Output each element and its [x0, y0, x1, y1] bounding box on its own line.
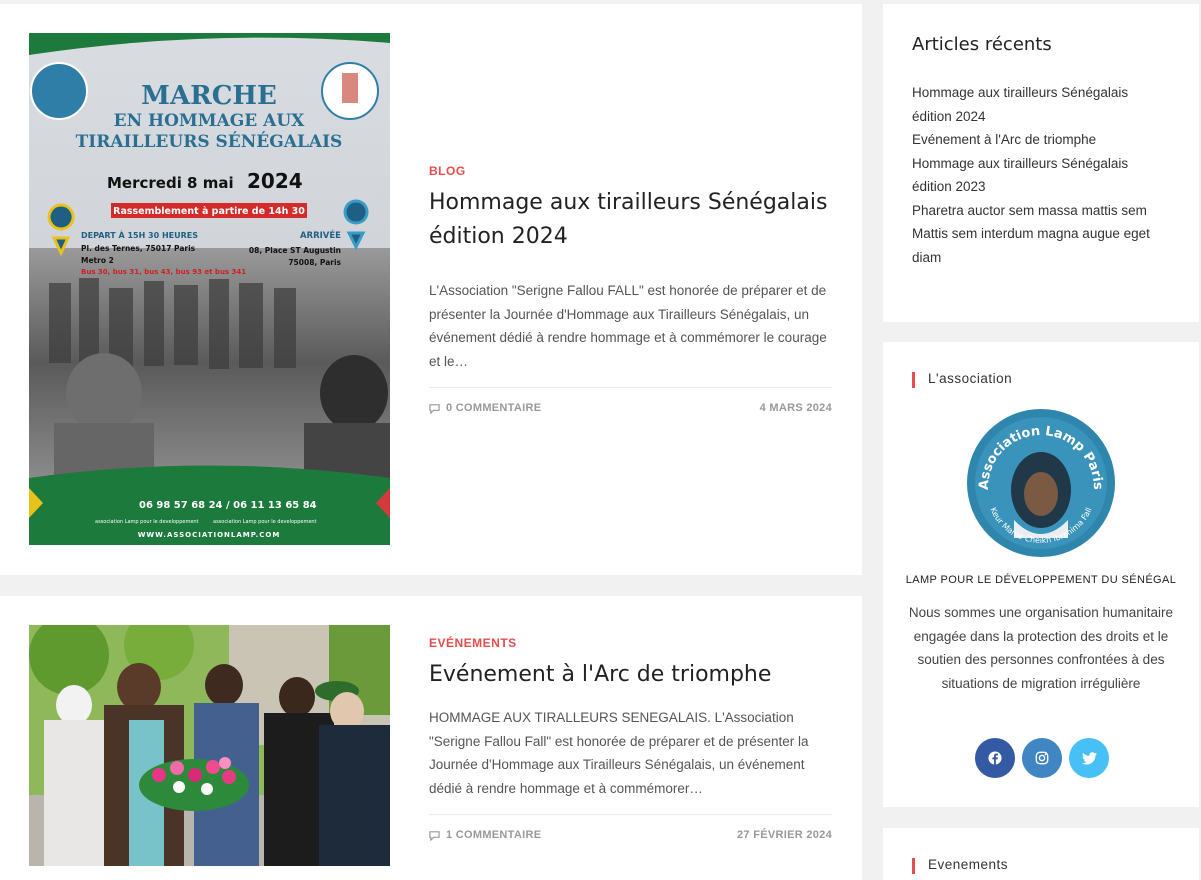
logo-image: Association Lamp Paris Keur Mame Cheikh … — [967, 409, 1115, 557]
poster-gathering: Rassemblement à partire de 14h 30 — [113, 206, 305, 217]
association-description: Nous sommes une organisation humanitaire… — [908, 605, 1174, 691]
poster-title-2: EN HOMMAGE AUX — [114, 111, 306, 131]
recent-post-link[interactable]: Evénement à l'Arc de triomphe — [912, 128, 1162, 152]
recent-posts-widget: Articles récents Hommage aux tirailleurs… — [883, 4, 1199, 322]
facebook-icon — [988, 751, 1002, 765]
post-meta: 0 COMMENTAIRE 4 MARS 2024 — [429, 387, 832, 414]
recent-post-link[interactable]: Pharetra auctor sem massa mattis sem — [912, 199, 1162, 223]
events-widget: Evenements — [883, 828, 1199, 880]
post-comments-count[interactable]: 0 COMMENTAIRE — [446, 402, 541, 414]
post-comments-link[interactable]: 1 COMMENTAIRE — [429, 829, 541, 841]
post-date: 4 MARS 2024 — [759, 402, 832, 414]
widget-title: Articles récents — [912, 34, 1052, 55]
post-title[interactable]: Evénement à l'Arc de triomphe — [429, 658, 832, 692]
post-title-line-2[interactable]: édition 2024 — [429, 224, 568, 249]
poster-phones: 06 98 57 68 24 / 06 11 13 65 84 — [139, 500, 317, 511]
post-excerpt: L'Association "Serigne Fallou FALL" est … — [429, 283, 827, 369]
post-date: 27 FÉVRIER 2024 — [737, 829, 832, 841]
post-card: EVÉNEMENTS Evénement à l'Arc de triomphe… — [0, 596, 862, 880]
poster-metro: Metro 2 — [81, 256, 114, 265]
poster-year: 2024 — [247, 169, 303, 193]
poster-date: Mercredi 8 mai — [107, 174, 234, 192]
twitter-icon — [1081, 751, 1097, 764]
post-category[interactable]: BLOG — [429, 164, 832, 178]
poster-depart-title: DEPART À 15H 30 HEURES — [81, 229, 198, 240]
post-title-line-1[interactable]: Hommage aux tirailleurs Sénégalais — [429, 190, 827, 215]
instagram-button[interactable] — [1022, 738, 1062, 778]
post-category[interactable]: EVÉNEMENTS — [429, 636, 832, 650]
post-body: BLOG Hommage aux tirailleurs Sénégalais … — [429, 164, 832, 414]
poster-arrival-addr1: 08, Place ST Augustin — [249, 246, 341, 255]
recent-post-link[interactable]: Mattis sem interdum magna augue eget dia… — [912, 222, 1162, 269]
poster-arrival-title: ARRIVÉE — [300, 229, 341, 241]
poster-buses: Bus 30, bus 31, bus 43, bus 93 et bus 34… — [81, 268, 246, 276]
social-links — [975, 738, 1109, 778]
poster-image: MARCHE EN HOMMAGE AUX TIRAILLEURS SÉNÉGA… — [29, 33, 390, 545]
recent-post-link[interactable]: Hommage aux tirailleurs Sénégalais éditi… — [912, 152, 1162, 199]
twitter-button[interactable] — [1069, 738, 1109, 778]
post-title[interactable]: Hommage aux tirailleurs Sénégalais éditi… — [429, 186, 832, 254]
poster-social-1: association Lamp pour le developpement — [95, 519, 199, 525]
post-excerpt: HOMMAGE AUX TIRALLEURS SENEGALAIS. L'Ass… — [429, 710, 809, 796]
association-logo: Association Lamp Paris Keur Mame Cheikh … — [966, 408, 1116, 558]
post-thumbnail[interactable]: MARCHE EN HOMMAGE AUX TIRAILLEURS SÉNÉGA… — [29, 33, 390, 545]
poster-arrival-addr2: 75008, Paris — [288, 258, 341, 267]
comment-icon — [429, 830, 440, 841]
post-title-line-1[interactable]: Evénement à l'Arc de triomphe — [429, 662, 771, 687]
instagram-icon — [1035, 751, 1049, 765]
poster-website: WWW.ASSOCIATIONLAMP.COM — [138, 531, 281, 539]
recent-posts-list: Hommage aux tirailleurs Sénégalais éditi… — [912, 81, 1162, 269]
poster-title-3: TIRAILLEURS SÉNÉGALAIS — [76, 131, 343, 152]
post-card: MARCHE EN HOMMAGE AUX TIRAILLEURS SÉNÉGA… — [0, 4, 862, 575]
poster-depart-addr: Pl. des Ternes, 75017 Paris — [81, 244, 196, 253]
widget-title: Evenements — [912, 857, 1008, 874]
comment-icon — [429, 403, 440, 414]
post-thumbnail[interactable] — [29, 625, 390, 866]
widget-title: L'association — [912, 371, 1012, 388]
post-comments-count[interactable]: 1 COMMENTAIRE — [446, 829, 541, 841]
poster-social-2: association Lamp pour le developpement — [213, 519, 317, 525]
recent-post-link[interactable]: Hommage aux tirailleurs Sénégalais éditi… — [912, 81, 1162, 128]
post-comments-link[interactable]: 0 COMMENTAIRE — [429, 402, 541, 414]
poster-title-1: MARCHE — [141, 81, 277, 111]
association-name: LAMP POUR LE DÉVELOPPEMENT DU SÉNÉGAL — [905, 574, 1177, 586]
post-meta: 1 COMMENTAIRE 27 FÉVRIER 2024 — [429, 814, 832, 841]
about-widget: L'association Association Lamp Paris Keu… — [883, 342, 1199, 807]
event-photo — [29, 625, 390, 866]
post-body: EVÉNEMENTS Evénement à l'Arc de triomphe… — [429, 636, 832, 841]
facebook-button[interactable] — [975, 738, 1015, 778]
